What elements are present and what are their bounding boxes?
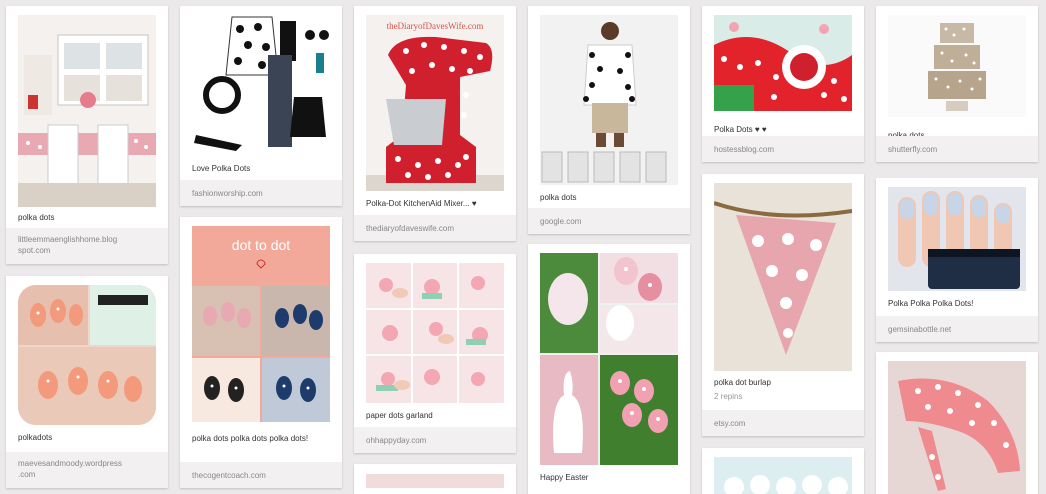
mixer-watermark: theDiaryofDavesWife.com (387, 21, 484, 31)
pin-card-outfit[interactable]: Love Polka Dots fashionworship.com (180, 6, 342, 206)
pin-card-mixer[interactable]: theDiaryofDavesWife.com Polka-Dot Kitche… (354, 6, 516, 241)
model-photo[interactable] (540, 15, 678, 185)
pin-card-burlap[interactable]: polka dot burlap 2 repins etsy.com (702, 174, 864, 436)
mixer-photo[interactable]: theDiaryofDavesWife.com (366, 15, 504, 191)
kitchen-photo[interactable] (18, 15, 156, 207)
nails-collage[interactable] (18, 285, 156, 425)
pin-source-line: .com (18, 470, 36, 479)
pin-source[interactable]: maevesandmoody.wordpress .com (6, 452, 168, 488)
burlap-banner[interactable] (714, 183, 852, 371)
pin-source[interactable]: littleemmaenglishhome.blog spot.com (6, 228, 168, 264)
pin-card-cake[interactable]: polka dots shutterfly.com (876, 6, 1038, 162)
pin-source-line: ohhappyday.com (366, 436, 427, 445)
pin-description: Love Polka Dots (192, 164, 251, 173)
nails-bottle[interactable] (888, 187, 1026, 291)
pin-source[interactable]: gemsinabottle.net (876, 316, 1038, 342)
pin-card-nails2[interactable]: Polka Polka Polka Dots! gemsinabottle.ne… (876, 178, 1038, 342)
pin-description: polka dot burlap (714, 378, 771, 387)
pin-description: Polka Dots ♥ ♥ (714, 125, 767, 134)
pin-card-party[interactable]: Polka Dots ♥ ♥ hostessblog.com (702, 6, 864, 162)
cake-photo[interactable] (888, 15, 1026, 117)
pin-source-line: thediaryofdaveswife.com (366, 224, 455, 233)
pin-card-cupcakes[interactable] (702, 448, 864, 494)
pin-source-line: etsy.com (714, 419, 746, 428)
pin-description: polka dots polka dots polka dots! (192, 434, 309, 443)
pin-card-partial[interactable] (354, 464, 516, 494)
pin-source[interactable]: thecogentcoach.com (180, 462, 342, 488)
pin-card-nails1[interactable]: polkadots maevesandmoody.wordpress .com (6, 276, 168, 488)
pin-source-line: maevesandmoody.wordpress (18, 459, 122, 468)
pin-source-line: spot.com (18, 246, 51, 255)
pin-source-line: littleemmaenglishhome.blog (18, 235, 118, 244)
pin-source[interactable]: etsy.com (702, 410, 864, 436)
dot-to-dot-collage[interactable]: dot to dot (192, 226, 330, 422)
pin-source-line: gemsinabottle.net (888, 325, 952, 334)
pin-card-kitchen[interactable]: polka dots littleemmaenglishhome.blog sp… (6, 6, 168, 264)
pin-card-model[interactable]: polka dots google.com (528, 6, 690, 234)
pin-source[interactable]: ohhappyday.com (354, 427, 516, 453)
easter-eggs-collage[interactable] (540, 253, 678, 465)
pin-card-eggs[interactable]: Happy Easter (528, 244, 690, 494)
partial-photo[interactable] (366, 474, 504, 488)
pin-source-line: thecogentcoach.com (192, 471, 266, 480)
pin-source-line: shutterfly.com (888, 145, 938, 154)
party-photo[interactable] (714, 15, 852, 111)
pin-description: polka dots (540, 193, 577, 202)
repin-count: 2 repins (714, 392, 743, 401)
pin-card-garland[interactable]: paper dots garland ohhappyday.com (354, 254, 516, 453)
pin-description: polka dots (18, 213, 55, 222)
pin-source[interactable]: fashionworship.com (180, 180, 342, 206)
pin-description: Polka-Dot KitchenAid Mixer... ♥ (366, 199, 477, 208)
pin-source-line: google.com (540, 217, 582, 226)
pin-description: Happy Easter (540, 473, 589, 482)
pin-description: paper dots garland (366, 411, 433, 420)
pin-source[interactable]: google.com (528, 208, 690, 234)
pin-description: Polka Polka Polka Dots! (888, 299, 974, 308)
pin-card-heels[interactable] (876, 352, 1038, 494)
pin-description: polkadots (18, 433, 53, 442)
dot-to-dot-title: dot to dot (232, 237, 290, 253)
outfit-collage[interactable] (192, 15, 330, 155)
garland-steps[interactable] (366, 263, 504, 403)
heels-photo[interactable] (888, 361, 1026, 494)
pin-source-line: hostessblog.com (714, 145, 775, 154)
pin-card-dot2dot[interactable]: dot to dot polka dots polka dots polka d… (180, 217, 342, 488)
cupcake-photo[interactable] (714, 457, 852, 494)
pin-source[interactable]: hostessblog.com (702, 136, 864, 162)
pin-source[interactable]: thediaryofdaveswife.com (354, 215, 516, 241)
pin-source-line: fashionworship.com (192, 189, 263, 198)
pin-source[interactable]: shutterfly.com (876, 136, 1038, 162)
